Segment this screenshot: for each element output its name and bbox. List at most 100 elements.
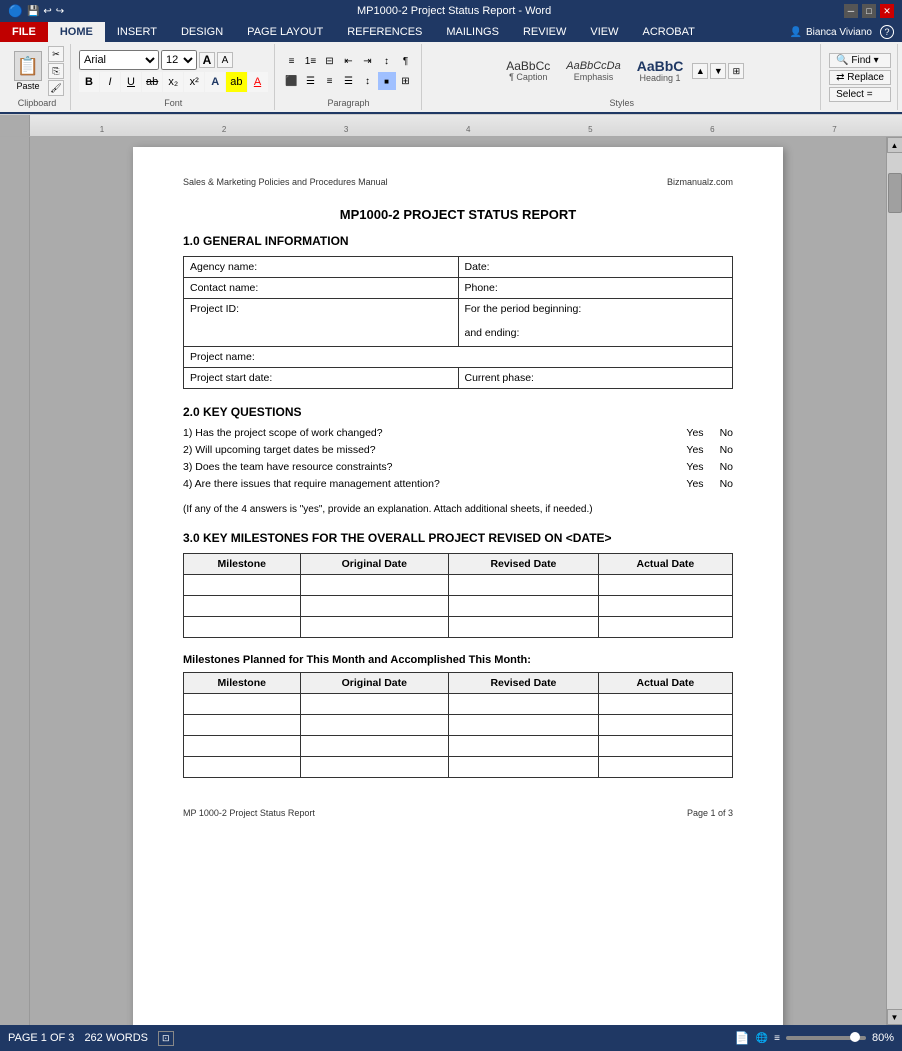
ad-cell	[598, 757, 732, 778]
question-1-yes: Yes	[686, 427, 703, 439]
style-heading1[interactable]: AaBbC Heading 1	[630, 56, 691, 86]
word-icon: 🔵	[8, 4, 23, 18]
ms-cell	[184, 617, 301, 638]
multilevel-list-button[interactable]: ⊟	[321, 52, 339, 70]
select-button[interactable]: Select =	[829, 87, 891, 102]
zoom-slider[interactable]	[786, 1036, 866, 1040]
document-area[interactable]: Sales & Marketing Policies and Procedure…	[30, 137, 886, 1025]
ribbon-group-editing: 🔍 Find ▾ ⇄ Replace Select = Editing	[823, 44, 898, 110]
align-left-button[interactable]: ⬛	[283, 72, 301, 90]
view-web-button[interactable]: 🌐	[756, 1033, 768, 1044]
view-outline-button[interactable]: ≡	[774, 1033, 780, 1044]
tab-mailings[interactable]: MAILINGS	[434, 22, 511, 42]
scroll-down-button[interactable]: ▼	[887, 1009, 902, 1025]
header-left: Sales & Marketing Policies and Procedure…	[183, 177, 388, 187]
maximize-button[interactable]: □	[862, 4, 876, 18]
question-3-yes: Yes	[686, 461, 703, 473]
styles-scroll-up[interactable]: ▲	[692, 63, 708, 79]
subscript-button[interactable]: x₂	[163, 72, 183, 92]
od-cell	[300, 575, 449, 596]
ms-cell	[184, 596, 301, 617]
show-formatting-button[interactable]: ¶	[397, 52, 415, 70]
scroll-thumb[interactable]	[888, 173, 902, 213]
current-phase-label: Current phase:	[458, 368, 733, 389]
decrease-indent-button[interactable]: ⇤	[340, 52, 358, 70]
layout-icon[interactable]: ⊡	[158, 1031, 174, 1046]
user-name: Bianca Viviano	[806, 27, 872, 38]
cut-button[interactable]: ✂	[48, 46, 64, 62]
ruler-mark-2: 2	[222, 125, 226, 134]
find-button[interactable]: 🔍 Find ▾	[829, 53, 891, 68]
bold-button[interactable]: B	[79, 72, 99, 92]
font-name-select[interactable]: Arial	[79, 50, 159, 70]
table-row	[184, 575, 733, 596]
paste-button[interactable]: 📋 Paste	[10, 49, 46, 93]
zoom-thumb[interactable]	[850, 1032, 860, 1042]
styles-expand[interactable]: ⊞	[728, 63, 744, 79]
line-spacing-button[interactable]: ↕	[359, 72, 377, 90]
help-button[interactable]: ?	[880, 25, 894, 39]
align-right-button[interactable]: ≡	[321, 72, 339, 90]
font-content: Arial 12 A A B I U ab x₂ x²	[79, 46, 268, 96]
copy-button[interactable]: ⎘	[48, 63, 64, 79]
question-2-text: 2) Will upcoming target dates be missed?	[183, 444, 686, 456]
scroll-track[interactable]	[887, 153, 902, 1009]
numbering-button[interactable]: 1≡	[302, 52, 320, 70]
style-emphasis-label: Emphasis	[574, 72, 614, 82]
page-count: PAGE 1 OF 3	[8, 1032, 74, 1044]
shading-button[interactable]: ■	[378, 72, 396, 90]
italic-button[interactable]: I	[100, 72, 120, 92]
text-effects-button[interactable]: A	[205, 72, 225, 92]
tab-references[interactable]: REFERENCES	[335, 22, 434, 42]
sort-button[interactable]: ↕	[378, 52, 396, 70]
scroll-up-button[interactable]: ▲	[887, 137, 902, 153]
ad-cell	[598, 715, 732, 736]
table-row	[184, 715, 733, 736]
replace-button[interactable]: ⇄ Replace	[829, 70, 891, 85]
highlight-button[interactable]: ab	[226, 72, 246, 92]
superscript-button[interactable]: x²	[184, 72, 204, 92]
font-color-button[interactable]: A	[248, 72, 268, 92]
strikethrough-button[interactable]: ab	[142, 72, 162, 92]
close-button[interactable]: ✕	[880, 4, 894, 18]
question-3-yesno: Yes No	[686, 461, 733, 473]
actual-date-col-header: Actual Date	[598, 554, 732, 575]
question-1-text: 1) Has the project scope of work changed…	[183, 427, 686, 439]
font-size-select[interactable]: 12	[161, 50, 197, 70]
style-emphasis[interactable]: AaBbCcDa Emphasis	[559, 58, 627, 85]
tab-file[interactable]: FILE	[0, 22, 48, 42]
right-scrollbar[interactable]: ▲ ▼	[886, 137, 902, 1025]
ad-cell	[598, 617, 732, 638]
minimize-button[interactable]: ─	[844, 4, 858, 18]
tab-home[interactable]: HOME	[48, 22, 105, 42]
align-center-button[interactable]: ☰	[302, 72, 320, 90]
increase-indent-button[interactable]: ⇥	[359, 52, 377, 70]
question-1-yesno: Yes No	[686, 427, 733, 439]
styles-content: AaBbCc ¶ Caption AaBbCcDa Emphasis AaBbC…	[499, 46, 744, 96]
borders-button[interactable]: ⊞	[397, 72, 415, 90]
styles-scroll-down[interactable]: ▼	[710, 63, 726, 79]
tab-insert[interactable]: INSERT	[105, 22, 169, 42]
ms-cell	[184, 575, 301, 596]
increase-font-button[interactable]: A	[199, 52, 215, 68]
tab-review[interactable]: REVIEW	[511, 22, 578, 42]
justify-button[interactable]: ☰	[340, 72, 358, 90]
table-row: Agency name: Date:	[184, 257, 733, 278]
window-controls[interactable]: ─ □ ✕	[844, 4, 894, 18]
od-cell	[300, 617, 449, 638]
tab-design[interactable]: DESIGN	[169, 22, 235, 42]
tab-page-layout[interactable]: PAGE LAYOUT	[235, 22, 335, 42]
tab-view[interactable]: VIEW	[578, 22, 630, 42]
bullets-button[interactable]: ≡	[283, 52, 301, 70]
decrease-font-button[interactable]: A	[217, 52, 233, 68]
table-row	[184, 596, 733, 617]
view-print-button[interactable]: 📄	[735, 1031, 750, 1045]
revised-date-col-header: Revised Date	[449, 554, 599, 575]
format-painter-button[interactable]: 🖌	[48, 80, 64, 96]
tab-acrobat[interactable]: ACROBAT	[630, 22, 706, 42]
style-caption[interactable]: AaBbCc ¶ Caption	[499, 57, 557, 85]
page-header: Sales & Marketing Policies and Procedure…	[183, 177, 733, 187]
underline-button[interactable]: U	[121, 72, 141, 92]
milestones-sub-header-row: Milestone Original Date Revised Date Act…	[184, 673, 733, 694]
paste-icon: 📋	[14, 51, 42, 81]
